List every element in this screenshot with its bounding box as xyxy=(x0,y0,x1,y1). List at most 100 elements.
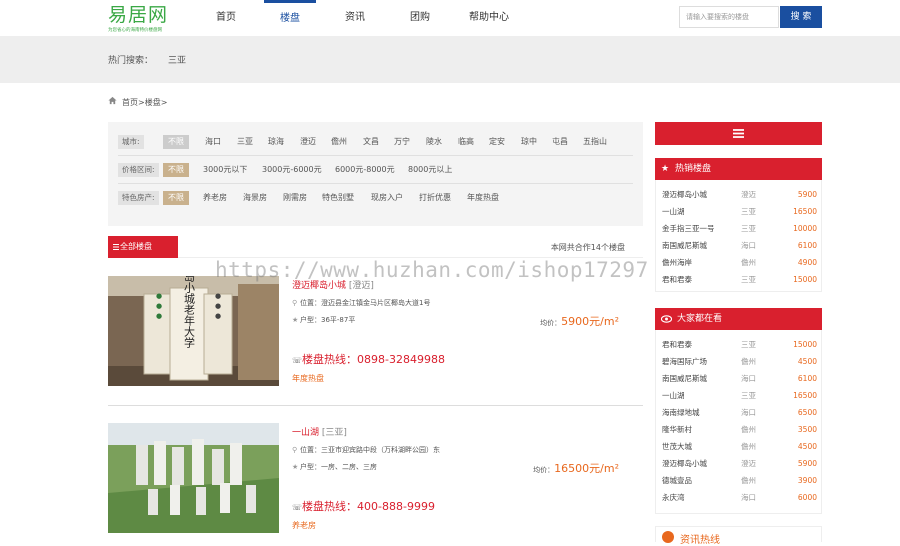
listing-count: 本网共合作14个楼盘 xyxy=(550,243,625,252)
filter-city-option[interactable]: 三亚 xyxy=(237,133,253,151)
filter-feature-option[interactable]: 特色别墅 xyxy=(322,189,354,207)
sidebar-row[interactable]: 碧海国际广场 儋州 4500 xyxy=(662,353,817,370)
site-logo[interactable]: 易居网 为您省心的海南特价楼盘网 xyxy=(108,5,168,33)
filter-city-any[interactable]: 不限 xyxy=(163,135,189,149)
hotline-number: 400-888-9999 xyxy=(357,500,435,513)
nav-home[interactable]: 首页 xyxy=(200,0,252,36)
filter-feature-option[interactable]: 打折优惠 xyxy=(419,189,451,207)
nav-group-buy[interactable]: 团购 xyxy=(394,0,446,36)
location-icon: ⚲ xyxy=(292,299,298,307)
listing-thumbnail[interactable] xyxy=(108,423,279,533)
logo-tagline: 为您省心的海南特价楼盘网 xyxy=(108,27,163,33)
filter-feature-option[interactable]: 现房入户 xyxy=(371,189,403,207)
svg-text:● ● ●: ● ● ● xyxy=(214,292,222,320)
filter-city-option[interactable]: 琼中 xyxy=(521,133,537,151)
sidebar-row[interactable]: 澄迈椰岛小城 澄迈 5900 xyxy=(662,186,817,203)
sidebar-row[interactable]: 德城壹品 儋州 3900 xyxy=(662,472,817,489)
filter-city-option[interactable]: 儋州 xyxy=(331,133,347,151)
development-model-image xyxy=(108,423,279,533)
filter-city-option[interactable]: 屯昌 xyxy=(552,133,568,151)
sidebar-row[interactable]: 澄迈椰岛小城 澄迈 5900 xyxy=(662,455,817,472)
sidebar: ★ 热销楼盘 澄迈椰岛小城 澄迈 5900 一山湖 三亚 16500 金手指三亚一号 三亚… xyxy=(655,122,822,546)
popular-header: 大家都在看 xyxy=(655,308,822,330)
sidebar-row[interactable]: 世茂大城 儋州 4500 xyxy=(662,438,817,455)
tab-all-label: 全部楼盘 xyxy=(120,242,152,251)
filter-city-option[interactable]: 文昌 xyxy=(363,133,379,151)
tab-all-properties[interactable]: 全部楼盘 xyxy=(108,236,178,258)
listing-area: [三亚] xyxy=(321,428,347,438)
hot-search-label: 热门搜索： xyxy=(108,56,154,66)
listing-sign-text: 椰岛小城老年大学 xyxy=(183,276,196,348)
filter-price-label: 价格区间: xyxy=(118,163,159,177)
sidebar-row[interactable]: 一山湖 三亚 16500 xyxy=(662,203,817,220)
listing-name: 澄迈椰岛小城 xyxy=(292,281,347,291)
star-icon: ★ xyxy=(661,164,670,174)
breadcrumb[interactable]: 首页>楼盘> xyxy=(122,97,167,108)
filter-price-option[interactable]: 8000元以上 xyxy=(408,161,452,179)
filter-city-option[interactable]: 琼海 xyxy=(268,133,284,151)
filter-price-option[interactable]: 3000元-6000元 xyxy=(262,161,322,179)
sidebar-row[interactable]: 永庆湾 海口 6000 xyxy=(662,489,817,506)
sidebar-row[interactable]: 隆华新村 儋州 3500 xyxy=(662,421,817,438)
site-header: 易居网 为您省心的海南特价楼盘网 首页 楼盘 资讯 团购 帮助中心 请输入要搜索… xyxy=(0,0,900,36)
filter-city-option[interactable]: 海口 xyxy=(205,133,221,151)
filter-row-city: 城市: 不限 海口 三亚 琼海 澄迈 儋州 文昌 万宁 陵水 临高 定安 琼中 … xyxy=(118,133,633,151)
price-label: 均价： xyxy=(533,466,555,474)
listing-price: 均价：16500元/m² xyxy=(533,460,619,476)
filter-feature-option[interactable]: 海景房 xyxy=(243,189,267,207)
nav-help[interactable]: 帮助中心 xyxy=(459,0,519,36)
listing-item: 一山湖 [三亚] ⚲ 位置：三亚市迎宾路中段（万科湖畔公园）东 ★ 户型：一房、二房… xyxy=(108,423,643,535)
listing-address: ⚲ 位置：澄迈县金江镇金马片区椰岛大道1号 xyxy=(292,298,430,308)
star-icon: ★ xyxy=(292,316,299,324)
search-button[interactable]: 搜 索 xyxy=(780,6,822,28)
filter-feature-option[interactable]: 年度热盘 xyxy=(467,189,499,207)
hot-search-keyword[interactable]: 三亚 xyxy=(168,53,186,66)
listing-title[interactable]: 一山湖 [三亚] xyxy=(292,425,347,438)
filter-price-option[interactable]: 3000元以下 xyxy=(203,161,247,179)
listing-item: 椰岛小城老年大学 ● ● ● ● ● ● 澄迈椰岛小城 [澄迈] ⚲ 位置：澄迈县… xyxy=(108,276,643,388)
filter-feature-option[interactable]: 刚需房 xyxy=(283,189,307,207)
sidebar-row[interactable]: 金手指三亚一号 三亚 10000 xyxy=(662,220,817,237)
home-icon xyxy=(108,96,117,105)
sidebar-row[interactable]: 儋州海岸 儋州 4900 xyxy=(662,254,817,271)
hotline-label: 楼盘热线： xyxy=(302,500,358,513)
news-icon xyxy=(662,531,674,543)
address-value: 三亚市迎宾路中段（万科湖畔公园）东 xyxy=(321,446,440,454)
filter-city-label: 城市: xyxy=(118,135,144,149)
search-input[interactable]: 请输入要搜索的楼盘 xyxy=(679,6,779,28)
filter-price-any[interactable]: 不限 xyxy=(163,163,189,177)
sidebar-row[interactable]: 一山湖 三亚 16500 xyxy=(662,387,817,404)
location-icon: ⚲ xyxy=(292,446,298,454)
filter-city-option[interactable]: 陵水 xyxy=(426,133,442,151)
filter-feature-any[interactable]: 不限 xyxy=(163,191,189,205)
phone-icon: ☏ xyxy=(292,356,303,365)
listing-thumbnail[interactable]: 椰岛小城老年大学 ● ● ● ● ● ● xyxy=(108,276,279,386)
filter-divider xyxy=(118,183,633,184)
filter-city-option[interactable]: 临高 xyxy=(458,133,474,151)
filter-city-option[interactable]: 澄迈 xyxy=(300,133,316,151)
sidebar-row[interactable]: 君和君泰 三亚 15000 xyxy=(662,271,817,288)
star-icon: ★ xyxy=(292,463,299,471)
filter-panel: 城市: 不限 海口 三亚 琼海 澄迈 儋州 文昌 万宁 陵水 临高 定安 琼中 … xyxy=(108,122,643,226)
filter-price-option[interactable]: 6000元-8000元 xyxy=(335,161,395,179)
sidebar-row[interactable]: 南国威尼斯城 海口 6100 xyxy=(662,370,817,387)
nav-news[interactable]: 资讯 xyxy=(329,0,381,36)
listing-title[interactable]: 澄迈椰岛小城 [澄迈] xyxy=(292,278,374,291)
menu-icon xyxy=(733,129,744,138)
sidebar-row[interactable]: 海南绿地城 海口 6500 xyxy=(662,404,817,421)
listing-address: ⚲ 位置：三亚市迎宾路中段（万科湖畔公园）东 xyxy=(292,445,440,455)
filter-city-option[interactable]: 万宁 xyxy=(394,133,410,151)
filter-feature-option[interactable]: 养老房 xyxy=(203,189,227,207)
listing-price: 均价：5900元/m² xyxy=(540,313,619,329)
sidebar-row[interactable]: 君和君泰 三亚 15000 xyxy=(662,336,817,353)
layout-label: 户型： xyxy=(300,463,321,471)
sidebar-menu-bar[interactable] xyxy=(655,122,822,145)
listing-tag: 年度热盘 xyxy=(292,374,324,383)
address-label: 位置： xyxy=(300,299,321,307)
nav-properties[interactable]: 楼盘 xyxy=(264,0,316,36)
filter-feature-label: 特色房产: xyxy=(118,191,159,205)
filter-city-option[interactable]: 定安 xyxy=(489,133,505,151)
hotline-number: 0898-32849988 xyxy=(357,353,445,366)
filter-city-option[interactable]: 五指山 xyxy=(583,133,607,151)
sidebar-row[interactable]: 南国威尼斯城 海口 6100 xyxy=(662,237,817,254)
